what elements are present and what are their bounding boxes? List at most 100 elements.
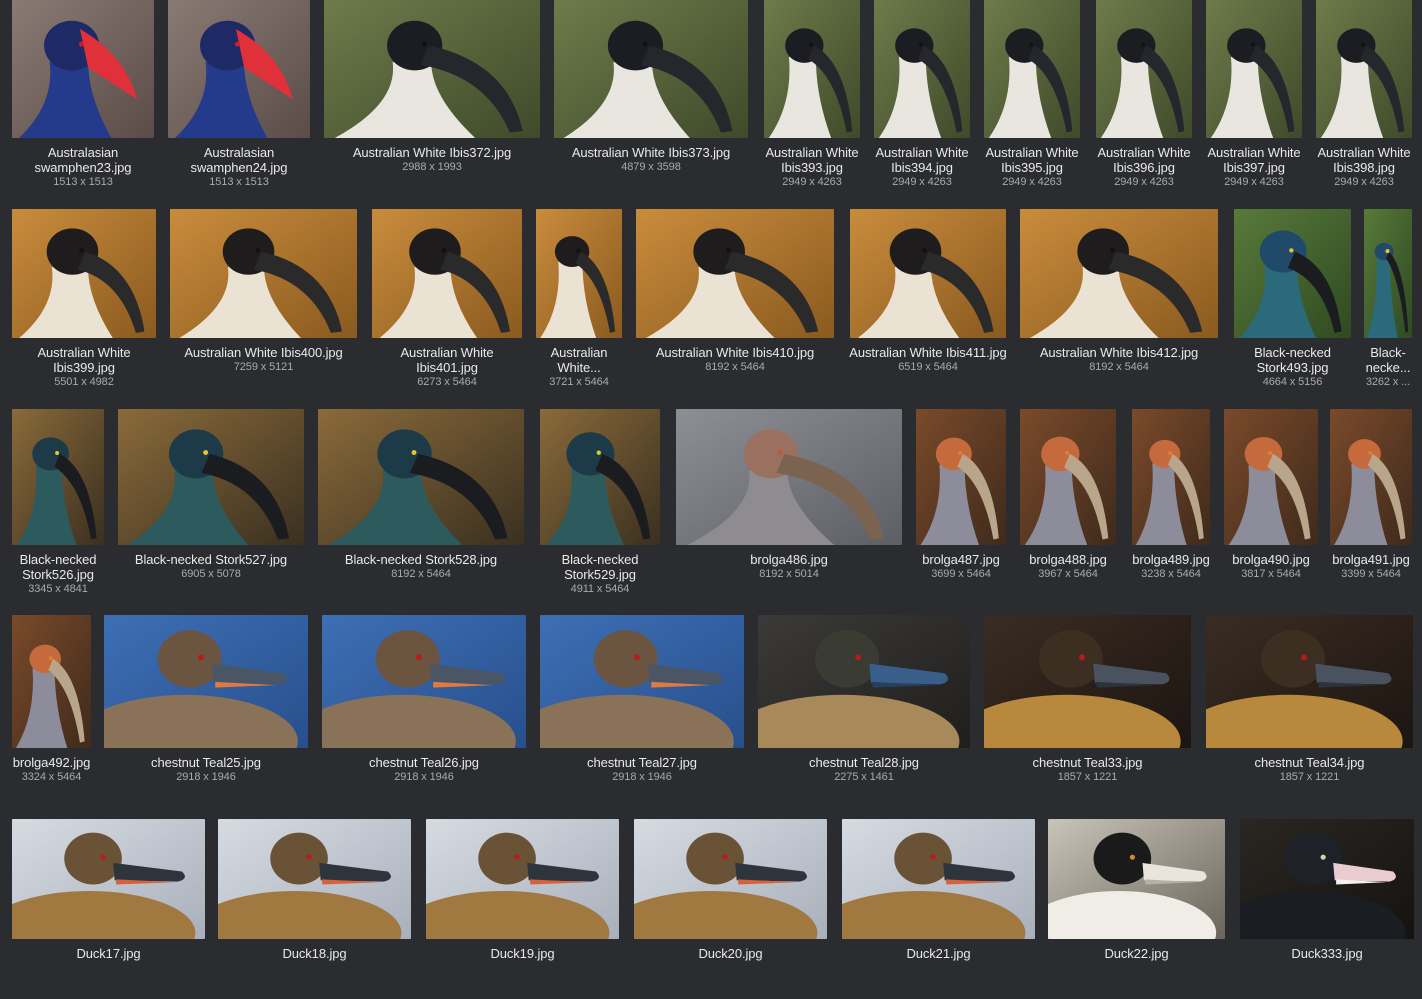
thumbnail-tile[interactable]: Australian White Ibis393.jpg 2949 x 4263 [764,0,860,198]
thumbnail-image[interactable] [322,615,526,748]
thumbnail-image[interactable] [324,0,540,138]
thumbnail-tile[interactable]: Australian White Ibis396.jpg 2949 x 4263 [1096,0,1192,198]
thumbnail-tile[interactable]: chestnut Teal27.jpg 2918 x 1946 [540,615,744,808]
thumbnail-tile[interactable]: brolga490.jpg 3817 x 5464 [1224,409,1318,605]
thumbnail-tile[interactable]: Duck19.jpg [426,819,619,999]
thumbnail-tile[interactable]: Australian White Ibis410.jpg 8192 x 5464 [636,209,834,398]
thumbnail-tile[interactable]: chestnut Teal25.jpg 2918 x 1946 [104,615,308,808]
thumbnail-tile[interactable]: brolga491.jpg 3399 x 5464 [1330,409,1412,605]
thumbnail-image[interactable] [1048,819,1225,939]
image-dimensions: 2949 x 4263 [1224,176,1284,188]
thumbnail-image[interactable] [12,209,156,338]
thumbnail-image[interactable] [984,0,1080,138]
thumbnail-caption: chestnut Teal26.jpg 2918 x 1946 [318,755,530,785]
thumbnail-tile[interactable]: Duck22.jpg [1048,819,1225,999]
thumbnail-image[interactable] [1364,209,1412,338]
thumbnail-caption: chestnut Teal28.jpg 2275 x 1461 [754,755,974,785]
image-dimensions: 1857 x 1221 [1279,771,1340,783]
thumbnail-image[interactable] [676,409,902,545]
thumbnail-image[interactable] [372,209,522,338]
thumbnail-image[interactable] [12,409,104,545]
thumbnail-tile[interactable]: Black-necke... 3262 x ... [1364,209,1412,398]
thumbnail-caption: Black-necke... 3262 x ... [1360,345,1416,390]
file-name: Australian White Ibis395.jpg [985,145,1079,175]
image-dimensions: 2949 x 4263 [1002,176,1062,188]
thumbnail-tile[interactable]: Australian White Ibis400.jpg 7259 x 5121 [170,209,357,398]
thumbnail-caption: Australian White Ibis410.jpg 8192 x 5464 [632,345,838,375]
thumbnail-tile[interactable]: Black-necked Stork493.jpg 4664 x 5156 [1234,209,1351,398]
thumbnail-tile[interactable]: Australian White Ibis394.jpg 2949 x 4263 [874,0,970,198]
thumbnail-tile[interactable]: Australian White Ibis395.jpg 2949 x 4263 [984,0,1080,198]
thumbnail-caption: Australasian swamphen23.jpg 1513 x 1513 [8,145,158,190]
thumbnail-image[interactable] [318,409,524,545]
thumbnail-image[interactable] [874,0,970,138]
thumbnail-image[interactable] [1316,0,1412,138]
thumbnail-image[interactable] [758,615,970,748]
thumbnail-tile[interactable]: brolga487.jpg 3699 x 5464 [916,409,1006,605]
thumbnail-image[interactable] [764,0,860,138]
thumbnail-tile[interactable]: Duck18.jpg [218,819,411,999]
file-name: Australasian swamphen24.jpg [190,145,288,175]
thumbnail-image[interactable] [170,209,357,338]
thumbnail-image[interactable] [536,209,622,338]
thumbnail-image[interactable] [1234,209,1351,338]
file-name: Australasian swamphen23.jpg [34,145,132,175]
thumbnail-tile[interactable]: brolga486.jpg 8192 x 5014 [676,409,902,605]
thumbnail-image[interactable] [218,819,411,939]
thumbnail-image[interactable] [118,409,304,545]
thumbnail-tile[interactable]: Black-necked Stork528.jpg 8192 x 5464 [318,409,524,605]
thumbnail-tile[interactable]: Australian White Ibis372.jpg 2988 x 1993 [324,0,540,198]
thumbnail-tile[interactable]: chestnut Teal28.jpg 2275 x 1461 [758,615,970,808]
thumbnail-image[interactable] [1206,615,1413,748]
thumbnail-tile[interactable]: Black-necked Stork527.jpg 6905 x 5078 [118,409,304,605]
thumbnail-tile[interactable]: brolga489.jpg 3238 x 5464 [1132,409,1210,605]
thumbnail-image[interactable] [168,0,310,138]
thumbnail-image[interactable] [634,819,827,939]
thumbnail-tile[interactable]: Australian White Ibis373.jpg 4879 x 3598 [554,0,748,198]
thumbnail-image[interactable] [916,409,1006,545]
thumbnail-caption: brolga488.jpg 3967 x 5464 [1016,552,1120,582]
thumbnail-image[interactable] [554,0,748,138]
thumbnail-image[interactable] [426,819,619,939]
thumbnail-tile[interactable]: Duck333.jpg [1240,819,1414,999]
thumbnail-image[interactable] [1020,209,1218,338]
thumbnail-image[interactable] [842,819,1035,939]
thumbnail-image[interactable] [984,615,1191,748]
thumbnail-image[interactable] [1240,819,1414,939]
thumbnail-image[interactable] [540,409,660,545]
thumbnail-tile[interactable]: chestnut Teal34.jpg 1857 x 1221 [1206,615,1413,808]
thumbnail-image[interactable] [1132,409,1210,545]
thumbnail-tile[interactable]: Black-necked Stork526.jpg 3345 x 4841 [12,409,104,605]
thumbnail-image[interactable] [540,615,744,748]
thumbnail-tile[interactable]: Australian White Ibis398.jpg 2949 x 4263 [1316,0,1412,198]
thumbnail-image[interactable] [12,615,91,748]
thumbnail-tile[interactable]: chestnut Teal33.jpg 1857 x 1221 [984,615,1191,808]
thumbnail-image[interactable] [12,819,205,939]
thumbnail-tile[interactable]: Australasian swamphen24.jpg 1513 x 1513 [168,0,310,198]
file-name: chestnut Teal26.jpg [369,755,479,770]
thumbnail-image[interactable] [1096,0,1192,138]
thumbnail-tile[interactable]: Duck20.jpg [634,819,827,999]
thumbnail-image[interactable] [1206,0,1302,138]
thumbnail-tile[interactable]: Australian White Ibis399.jpg 5501 x 4982 [12,209,156,398]
thumbnail-tile[interactable]: Duck17.jpg [12,819,205,999]
thumbnail-image[interactable] [850,209,1006,338]
thumbnail-tile[interactable]: Australasian swamphen23.jpg 1513 x 1513 [12,0,154,198]
thumbnail-tile[interactable]: Duck21.jpg [842,819,1035,999]
thumbnail-tile[interactable]: chestnut Teal26.jpg 2918 x 1946 [322,615,526,808]
thumbnail-tile[interactable]: Australian White Ibis412.jpg 8192 x 5464 [1020,209,1218,398]
thumbnail-tile[interactable]: Australian White Ibis411.jpg 6519 x 5464 [849,209,1007,398]
thumbnail-image[interactable] [636,209,834,338]
thumbnail-tile[interactable]: brolga488.jpg 3967 x 5464 [1020,409,1116,605]
thumbnail-tile[interactable]: brolga492.jpg 3324 x 5464 [12,615,91,808]
thumbnail-tile[interactable]: Black-necked Stork529.jpg 4911 x 5464 [540,409,660,605]
thumbnail-caption: brolga487.jpg 3699 x 5464 [912,552,1010,582]
thumbnail-image[interactable] [12,0,154,138]
thumbnail-image[interactable] [1224,409,1318,545]
thumbnail-tile[interactable]: Australian White Ibis401.jpg 6273 x 5464 [372,209,522,398]
thumbnail-tile[interactable]: Australian White Ibis397.jpg 2949 x 4263 [1206,0,1302,198]
thumbnail-image[interactable] [104,615,308,748]
thumbnail-tile[interactable]: Australian White... 3721 x 5464 [536,209,622,398]
thumbnail-image[interactable] [1330,409,1412,545]
thumbnail-image[interactable] [1020,409,1116,545]
